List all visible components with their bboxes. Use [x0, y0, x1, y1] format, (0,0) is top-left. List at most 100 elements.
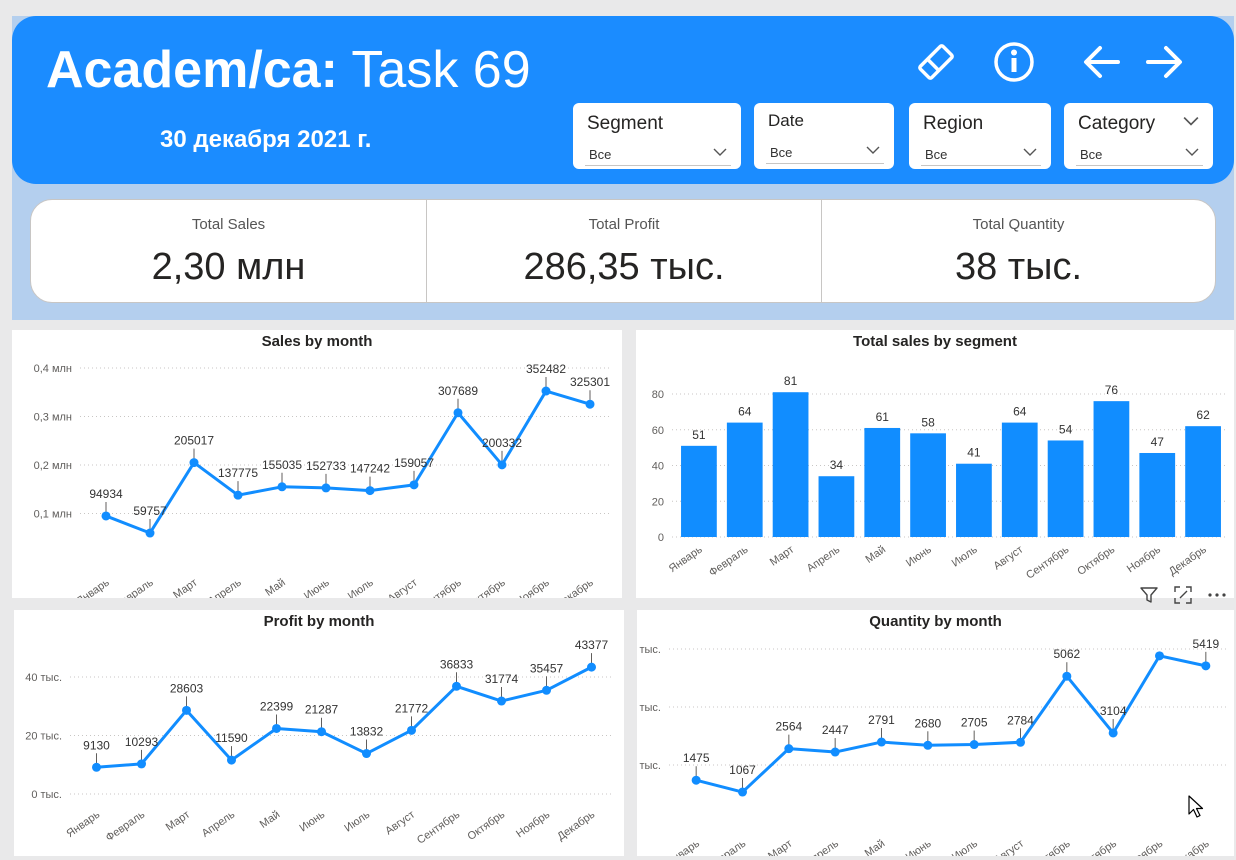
x-tick-label: Ноябрь [1125, 543, 1163, 575]
data-label: 94934 [89, 487, 123, 501]
data-label: 2784 [1007, 713, 1034, 727]
x-tick-label: Декабрь [1170, 837, 1212, 856]
profit-by-month-chart[interactable]: Profit by month 0 тыс. 20 тыс. 40 тыс. 9130… [14, 610, 624, 856]
data-point [738, 787, 747, 797]
slicer-value: Все [1080, 147, 1103, 162]
mouse-cursor-icon [1188, 795, 1204, 818]
slicer-category[interactable]: Category Все [1064, 103, 1213, 169]
chevron-down-icon [713, 148, 727, 156]
data-point [969, 740, 979, 750]
y-tick-label: 0 [658, 532, 664, 544]
data-point [317, 727, 326, 737]
data-point [497, 460, 507, 470]
x-tick-label: Октябрь [466, 576, 508, 598]
y-tick-label: 0 тыс. [31, 789, 62, 801]
x-tick-label: Август [991, 544, 1025, 573]
data-point [277, 482, 287, 492]
x-tick-label: Февраль [705, 837, 749, 856]
x-tick-label: Апрель [803, 837, 841, 856]
data-label: 34 [830, 458, 844, 472]
x-tick-label: Август [386, 577, 420, 598]
x-tick-label: Ноябрь [1127, 837, 1165, 856]
bar [681, 445, 717, 537]
focus-mode-icon[interactable] [1172, 584, 1194, 606]
kpi-value: 286,35 тыс. [523, 246, 725, 288]
chevron-down-icon[interactable] [1183, 113, 1199, 129]
x-tick-label: Декабрь [555, 808, 597, 843]
x-tick-label: Октябрь [465, 808, 507, 842]
slicer-dropdown[interactable]: Все [1076, 139, 1203, 166]
x-tick-label: Октябрь [1075, 543, 1117, 577]
data-point [137, 759, 146, 769]
data-label: 76 [1105, 383, 1119, 397]
slicer-dropdown[interactable]: Все [766, 137, 884, 164]
y-tick-label: 40 тыс. [25, 672, 62, 684]
slicer-date[interactable]: Date Все [754, 103, 894, 169]
series-line [105, 389, 591, 535]
data-label: 59757 [133, 504, 167, 518]
data-label: 5419 [1192, 637, 1219, 651]
data-point [92, 762, 101, 772]
bar [726, 422, 763, 537]
slicer-region[interactable]: Region Все [909, 103, 1051, 169]
x-tick-label: Июль [950, 837, 980, 856]
data-point [1062, 671, 1072, 681]
x-tick-label: Июль [342, 808, 372, 834]
sales-by-month-chart[interactable]: Sales by month 0,1 млн 0,2 млн 0,3 млн 0,4 … [12, 330, 622, 598]
data-label: 307689 [438, 384, 478, 398]
data-point [272, 723, 281, 733]
data-label: 10293 [125, 735, 159, 749]
x-tick-label: Июль [950, 543, 980, 569]
x-tick-label: Сентябрь [1025, 837, 1072, 856]
y-tick-label: 80 [652, 389, 664, 401]
slicer-dropdown[interactable]: Все [921, 139, 1041, 166]
x-tick-label: Март [768, 544, 796, 569]
data-label: 47 [1151, 435, 1165, 449]
bar [864, 427, 901, 537]
data-label: 64 [738, 405, 752, 419]
segment-bar-plot: 0 20 40 60 80 51 64 81 34 61 58 41 64 54 76 47 62 Январь Ф… [652, 374, 1226, 582]
bar [1047, 440, 1084, 537]
y-tick-label: 2 тыс. [637, 760, 661, 772]
bar [910, 433, 946, 537]
kpi-total-profit: Total Profit 286,35 тыс. [427, 200, 821, 302]
data-point [585, 399, 595, 409]
kpi-value: 2,30 млн [151, 246, 306, 288]
arrow-right-icon[interactable] [1142, 40, 1186, 84]
visual-header [1136, 582, 1232, 608]
x-tick-label: Сентябрь [415, 808, 462, 846]
bar [956, 463, 992, 537]
data-label: 205017 [174, 434, 214, 448]
slicer-label: Category [1078, 113, 1156, 134]
quantity-by-month-chart[interactable]: Quantity by month 2 тыс.4 тыс.6 тыс.1475… [637, 610, 1234, 856]
x-tick-label: Май [263, 577, 288, 598]
x-tick-label: Август [383, 809, 417, 838]
slicer-dropdown[interactable]: Все [585, 139, 731, 166]
filter-icon[interactable] [1138, 584, 1160, 606]
slicer-label: Segment [587, 113, 664, 134]
data-point [453, 408, 463, 418]
info-icon[interactable] [992, 40, 1036, 84]
data-point [182, 705, 191, 715]
slicer-label: Date [768, 111, 804, 130]
profit-line-plot: 0 тыс. 20 тыс. 40 тыс. 9130 10293 28603 11590 2… [25, 638, 614, 847]
data-point [321, 483, 331, 493]
data-point [1108, 728, 1118, 738]
data-point [189, 458, 199, 468]
bar [1093, 401, 1130, 537]
more-options-icon[interactable] [1206, 584, 1228, 606]
quantity-line-plot: 2 тыс. 4 тыс. 6 тыс. 1475 1067 2564 2447 2791 26… [637, 637, 1229, 856]
data-label: 2791 [868, 713, 895, 727]
x-tick-label: Ноябрь [514, 576, 552, 598]
x-tick-label: Март [171, 577, 199, 598]
eraser-icon[interactable] [914, 40, 958, 84]
kpi-value: 38 тыс. [954, 246, 1083, 288]
x-tick-label: Сентябрь [416, 576, 463, 598]
y-tick-label: 0,2 млн [34, 460, 72, 472]
arrow-left-icon[interactable] [1080, 40, 1124, 84]
data-point [1016, 737, 1025, 747]
slicer-segment[interactable]: Segment Все [573, 103, 741, 169]
x-tick-label: Июнь [904, 837, 934, 856]
total-sales-by-segment-chart[interactable]: Total sales by segment 0 20 40 60 80 51 64 81 34… [636, 330, 1234, 598]
data-label: 325301 [570, 375, 610, 389]
